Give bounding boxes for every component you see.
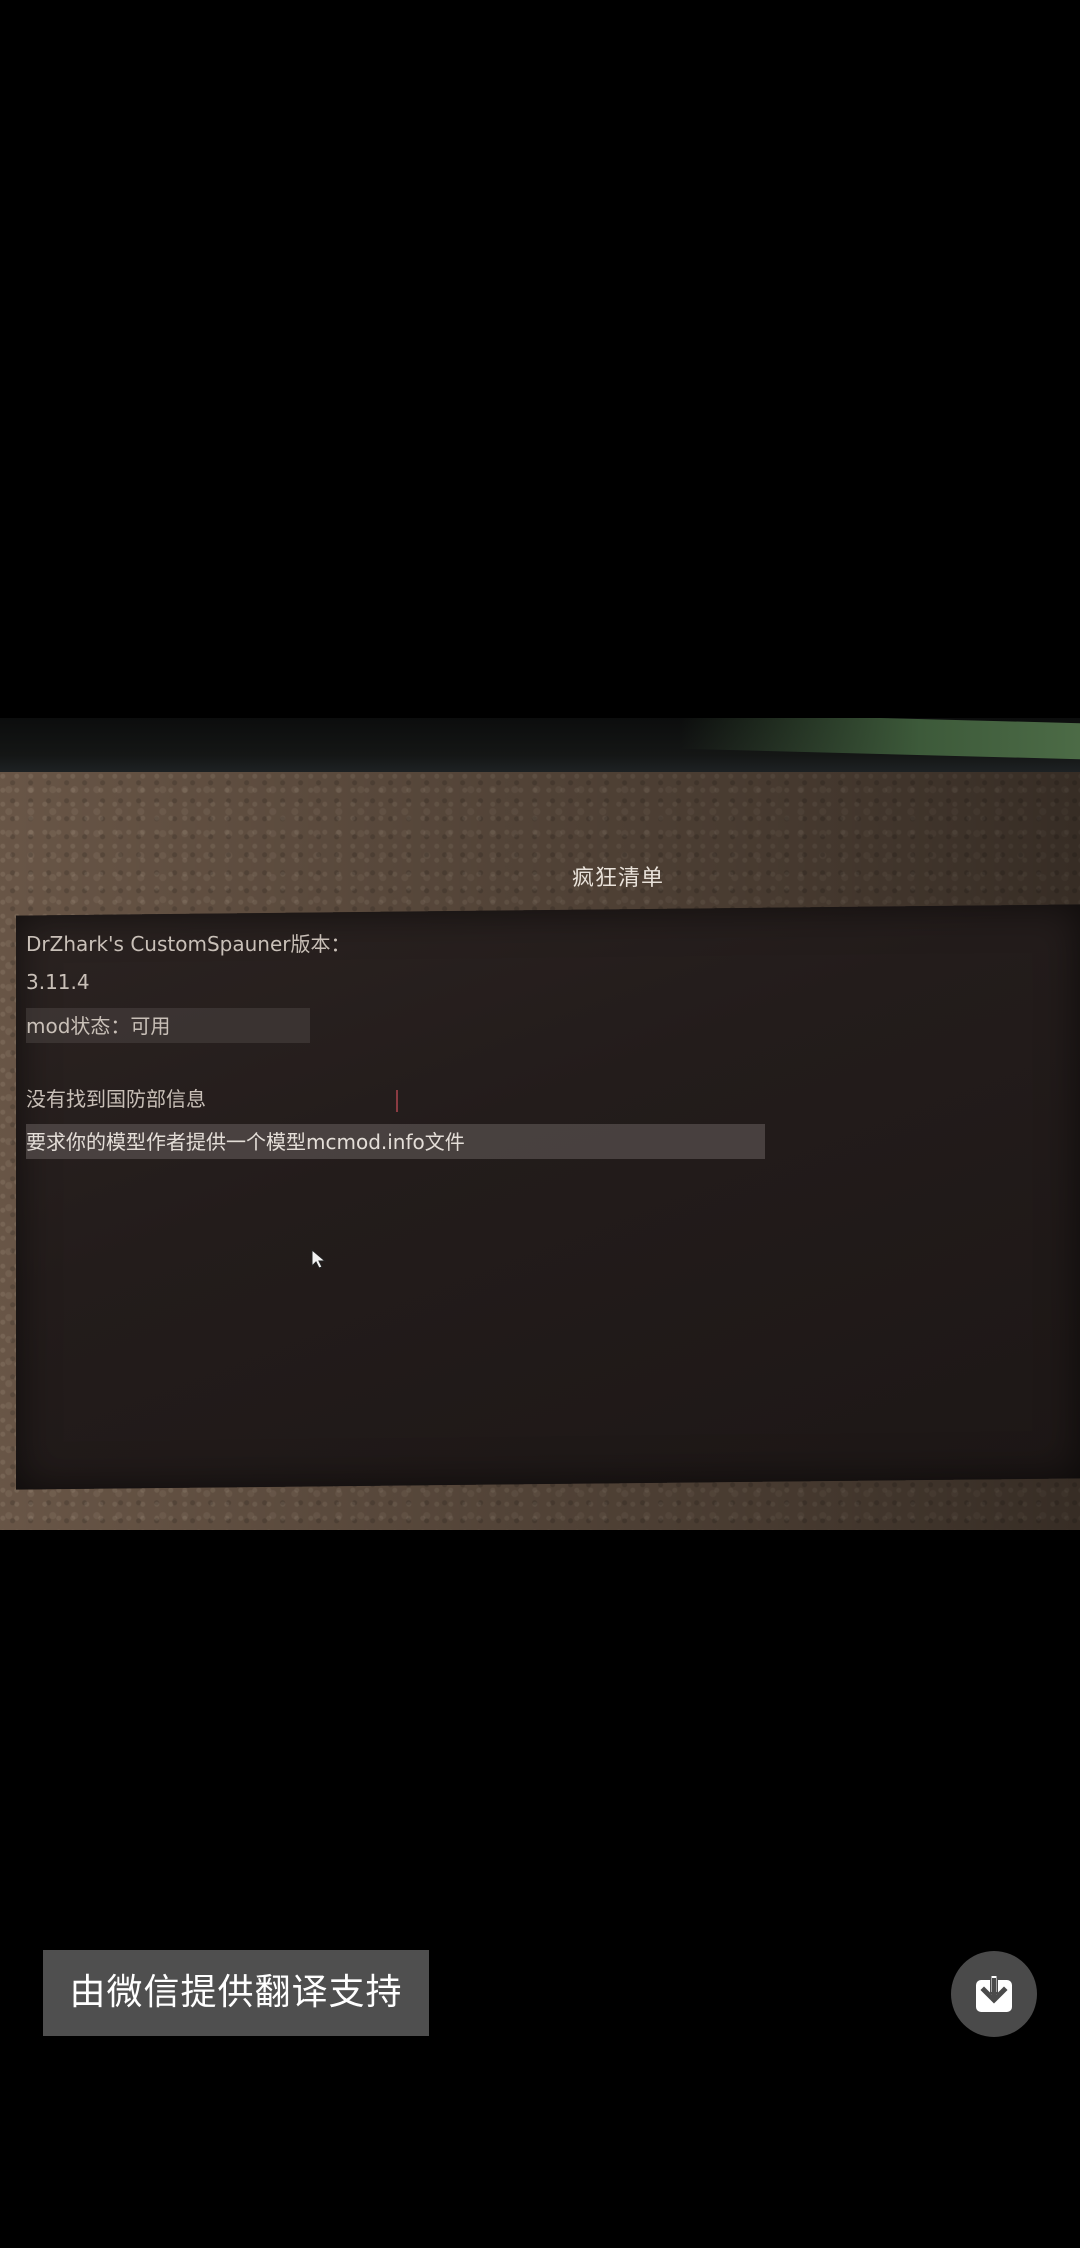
download-icon <box>976 1974 1012 2012</box>
mouse-cursor-icon <box>310 1248 328 1274</box>
text-cursor-mark <box>396 1090 398 1112</box>
download-button[interactable] <box>951 1951 1037 2037</box>
no-info-message: 没有找到国防部信息 <box>26 1087 206 1111</box>
mod-version-label: DrZhark's CustomSpauner版本： <box>26 932 351 956</box>
translation-badge: 由微信提供翻译支持 <box>43 1950 429 2036</box>
screen-title: 疯狂清单 <box>572 866 665 891</box>
mod-status: mod状态：可用 <box>26 1008 311 1043</box>
photo-screenshot: 疯狂清单 DrZhark's CustomSpauner版本： 3.11.4 m… <box>0 718 1080 1530</box>
mod-info-panel <box>16 904 1080 1490</box>
request-message: 要求你的模型作者提供一个模型mcmod.info文件 <box>26 1124 765 1159</box>
mod-version: 3.11.4 <box>26 970 90 994</box>
